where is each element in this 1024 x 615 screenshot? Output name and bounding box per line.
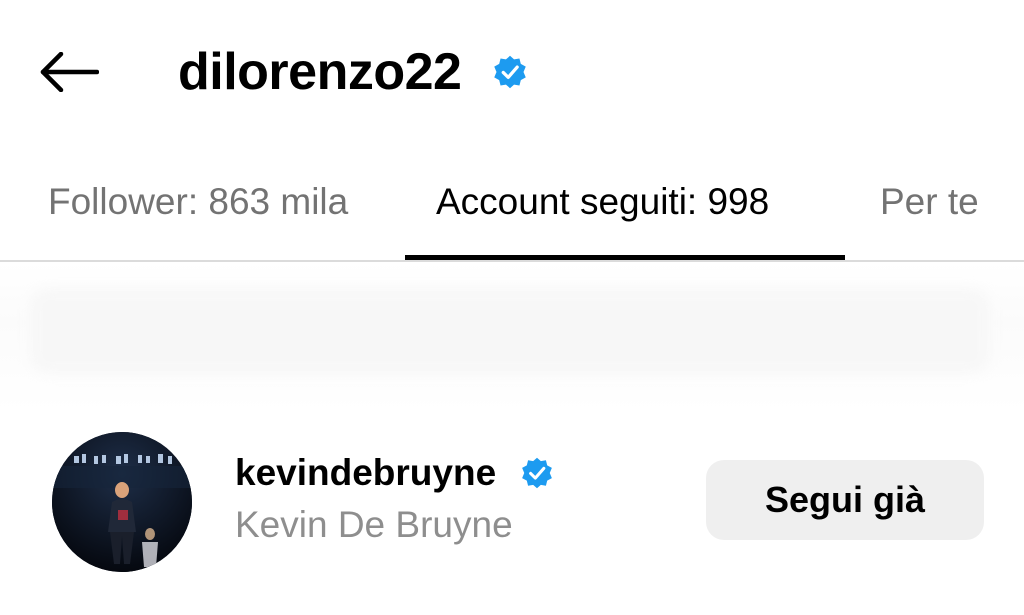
- avatar[interactable]: [52, 432, 192, 572]
- tab-following[interactable]: Account seguiti: 998: [436, 178, 769, 226]
- list-item[interactable]: kevindebruyne Kevin De Bruyne Segui già: [0, 420, 1024, 590]
- active-tab-indicator: [405, 255, 845, 260]
- verified-badge-icon: [494, 55, 526, 89]
- tab-for-you[interactable]: Per te: [880, 178, 979, 226]
- verified-badge-icon: [522, 457, 552, 489]
- page-title-username: dilorenzo22: [178, 43, 462, 101]
- account-username[interactable]: kevindebruyne: [235, 450, 496, 496]
- profile-photo-avatar: [52, 432, 192, 572]
- tab-followers[interactable]: Follower: 863 mila: [48, 178, 348, 226]
- follow-tabs: Follower: 863 mila Account seguiti: 998 …: [0, 160, 1024, 262]
- profile-header: dilorenzo22: [0, 0, 1024, 140]
- following-button[interactable]: Segui già: [706, 460, 984, 540]
- account-full-name: Kevin De Bruyne: [235, 504, 513, 545]
- back-button[interactable]: [36, 44, 102, 100]
- arrow-left-icon: [40, 52, 99, 92]
- search-bar-blurred: [30, 288, 990, 374]
